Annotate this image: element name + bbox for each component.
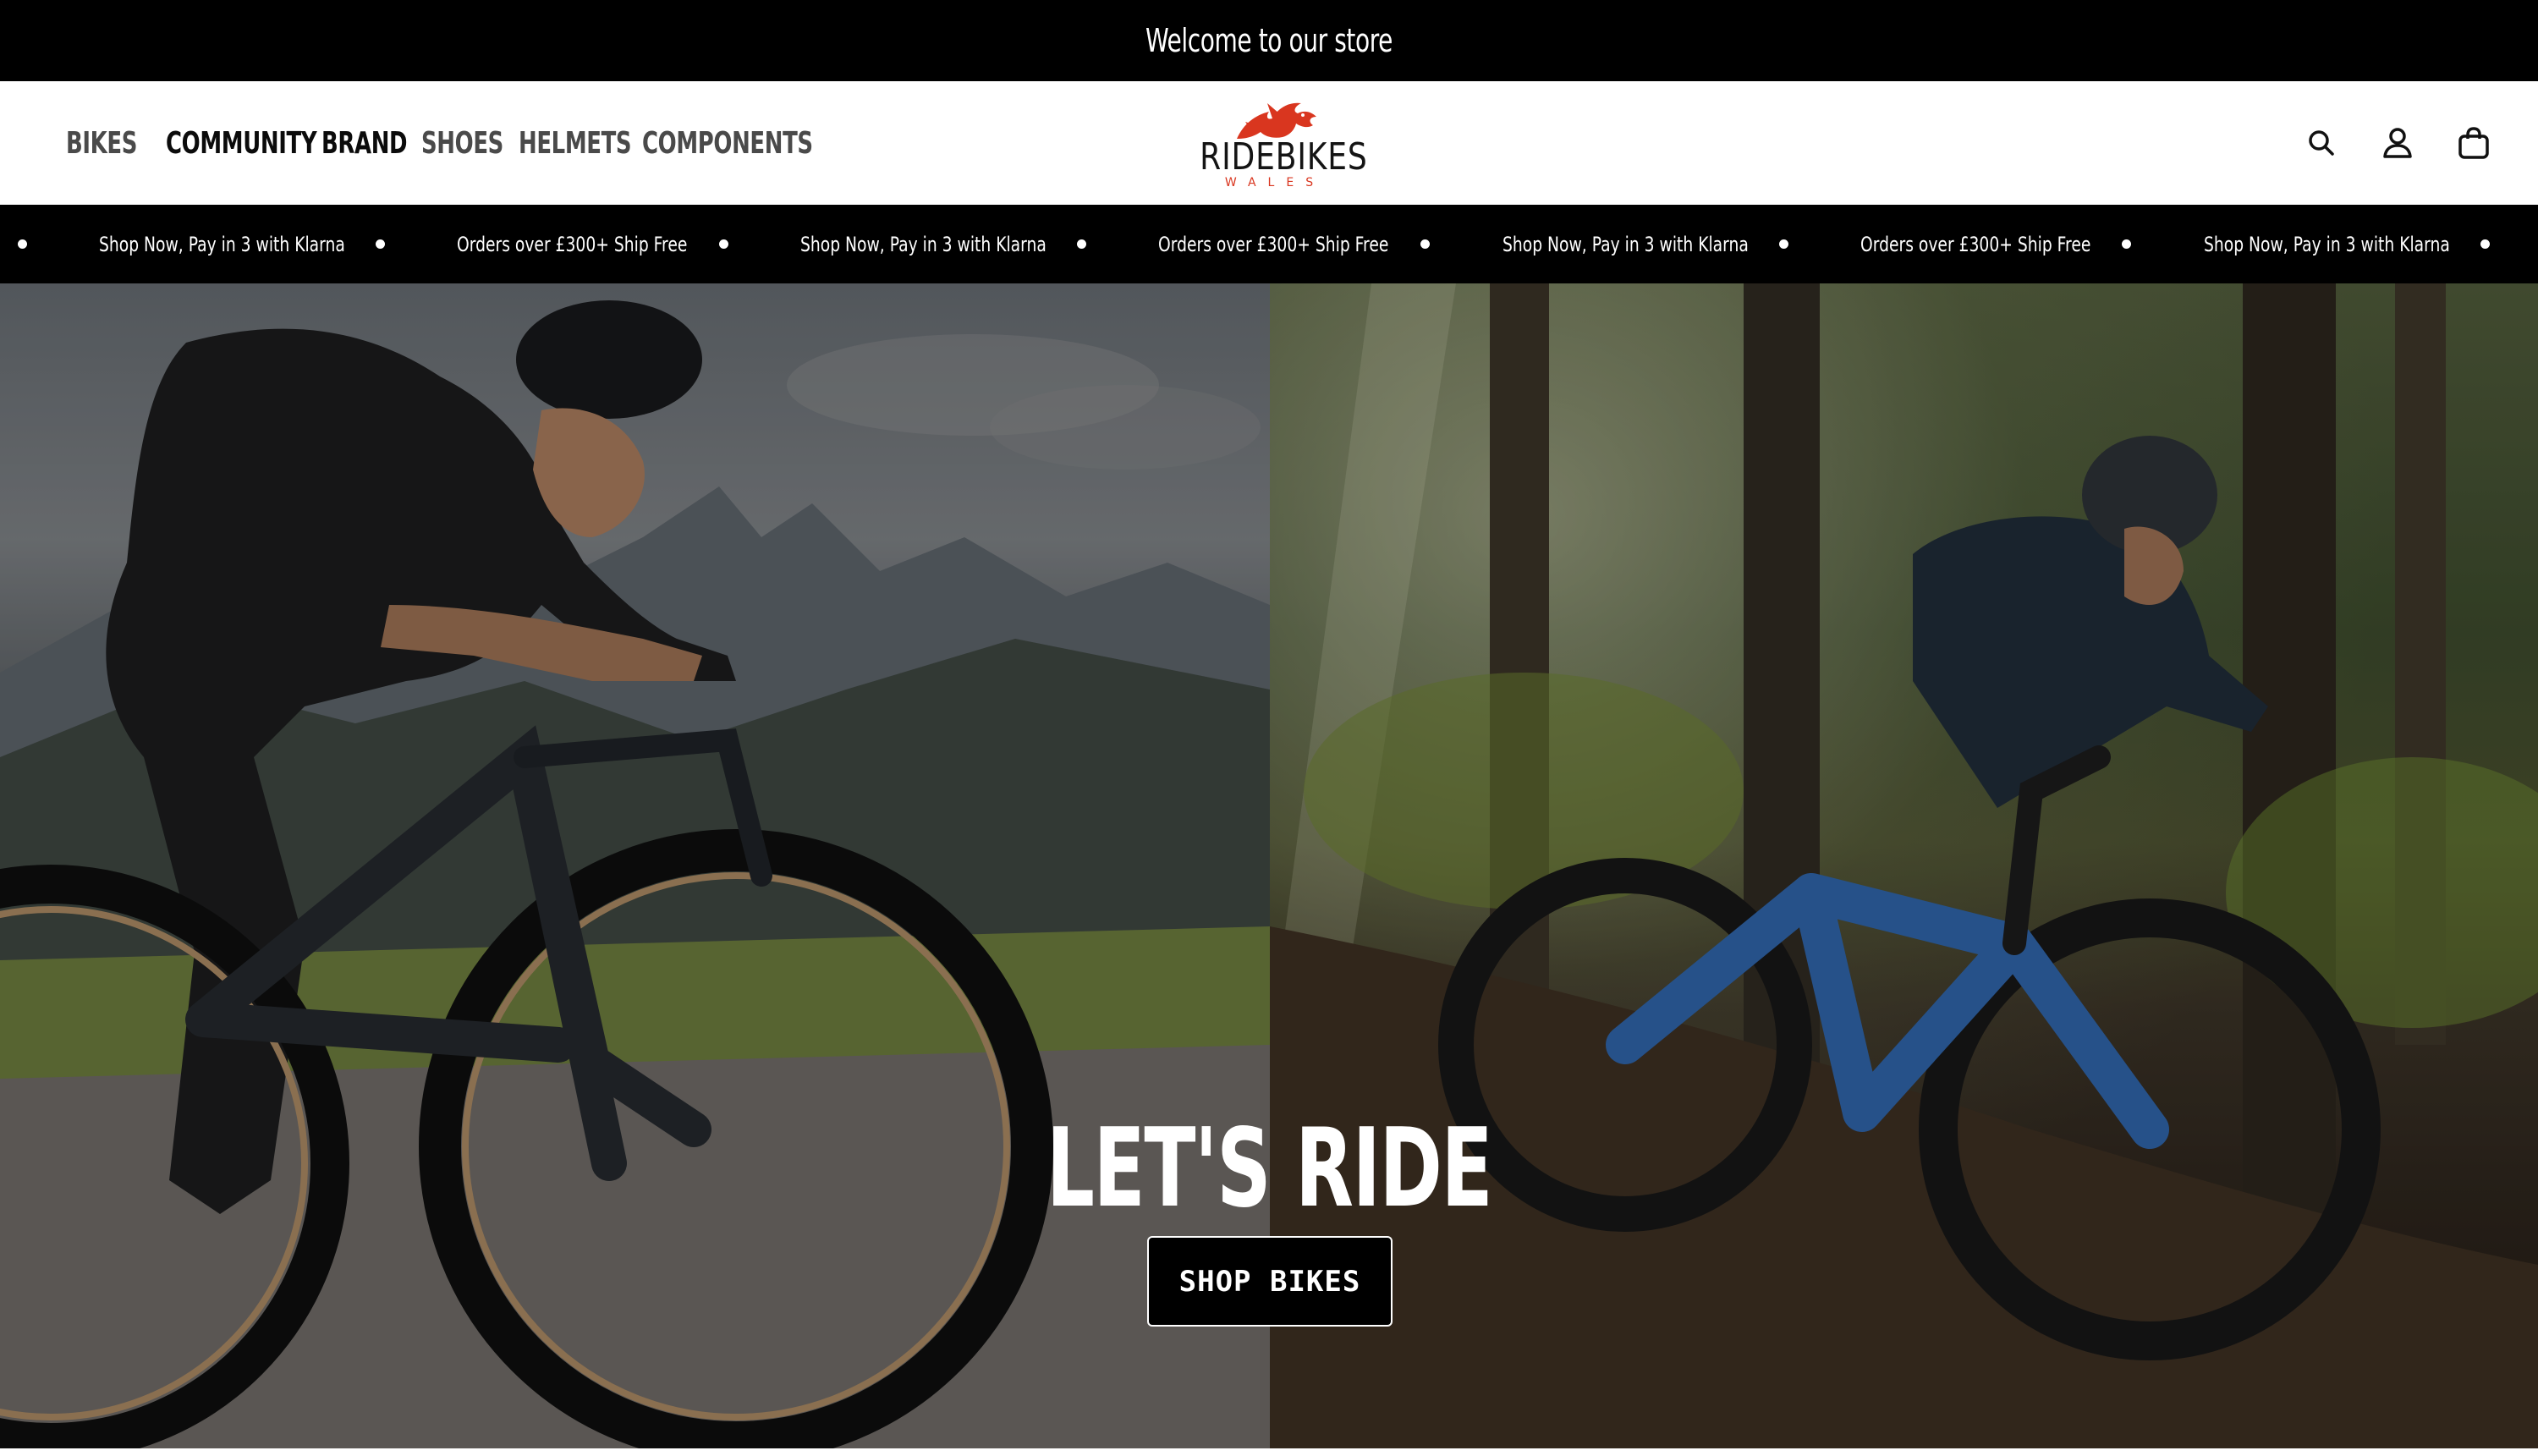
nav-item-brand[interactable]: BRAND xyxy=(321,126,408,161)
nav-item-components[interactable]: COMPONENTS xyxy=(642,126,813,161)
search-icon xyxy=(2309,130,2334,156)
search-button[interactable] xyxy=(2305,126,2338,160)
nav-item-bikes[interactable]: BIKES xyxy=(66,126,138,161)
main-nav: BIKES COMMUNITY BRAND SHOES HELMETS COMP… xyxy=(66,81,813,205)
promo-marquee: Shop Now, Pay in 3 with Klarna Orders ov… xyxy=(0,205,2538,283)
cart-button[interactable] xyxy=(2457,126,2491,160)
marquee-dot xyxy=(2480,239,2490,249)
marquee-item: Shop Now, Pay in 3 with Klarna xyxy=(99,232,345,256)
marquee-dot xyxy=(1420,239,1430,249)
logo-subtitle: WALES xyxy=(1224,176,1326,190)
cart-icon xyxy=(2458,127,2489,159)
nav-item-community[interactable]: COMMUNITY xyxy=(166,126,317,161)
account-icon xyxy=(2383,128,2412,158)
marquee-item: Orders over £300+ Ship Free xyxy=(1158,232,1389,256)
marquee-item: Shop Now, Pay in 3 with Klarna xyxy=(800,232,1047,256)
logo-wordmark: RIDEBIKES xyxy=(1200,135,1368,179)
hero-title: LET'S RIDE xyxy=(0,1115,2538,1223)
marquee-item: Shop Now, Pay in 3 with Klarna xyxy=(1502,232,1749,256)
announcement-text: Welcome to our store xyxy=(1145,22,1393,59)
marquee-dot xyxy=(1077,239,1086,249)
marquee-dot xyxy=(2122,239,2131,249)
marquee-item: Orders over £300+ Ship Free xyxy=(457,232,688,256)
header-actions xyxy=(2305,81,2491,205)
marquee-dot xyxy=(18,239,27,249)
marquee-dot xyxy=(719,239,728,249)
marquee-dot xyxy=(376,239,385,249)
nav-item-shoes[interactable]: SHOES xyxy=(421,126,503,161)
marquee-dot xyxy=(1779,239,1788,249)
hero-title-text: LET'S RIDE xyxy=(1046,1106,1493,1232)
nav-item-helmets[interactable]: HELMETS xyxy=(519,126,632,161)
marquee-item: Shop Now, Pay in 3 with Klarna xyxy=(2204,232,2450,256)
account-button[interactable] xyxy=(2381,126,2414,160)
marquee-item: Orders over £300+ Ship Free xyxy=(1860,232,2091,256)
shop-bikes-button[interactable]: SHOP BIKES xyxy=(1147,1236,1393,1327)
site-logo[interactable]: RIDEBIKES WALES xyxy=(1184,98,1368,190)
announcement-bar: Welcome to our store xyxy=(0,0,2538,81)
